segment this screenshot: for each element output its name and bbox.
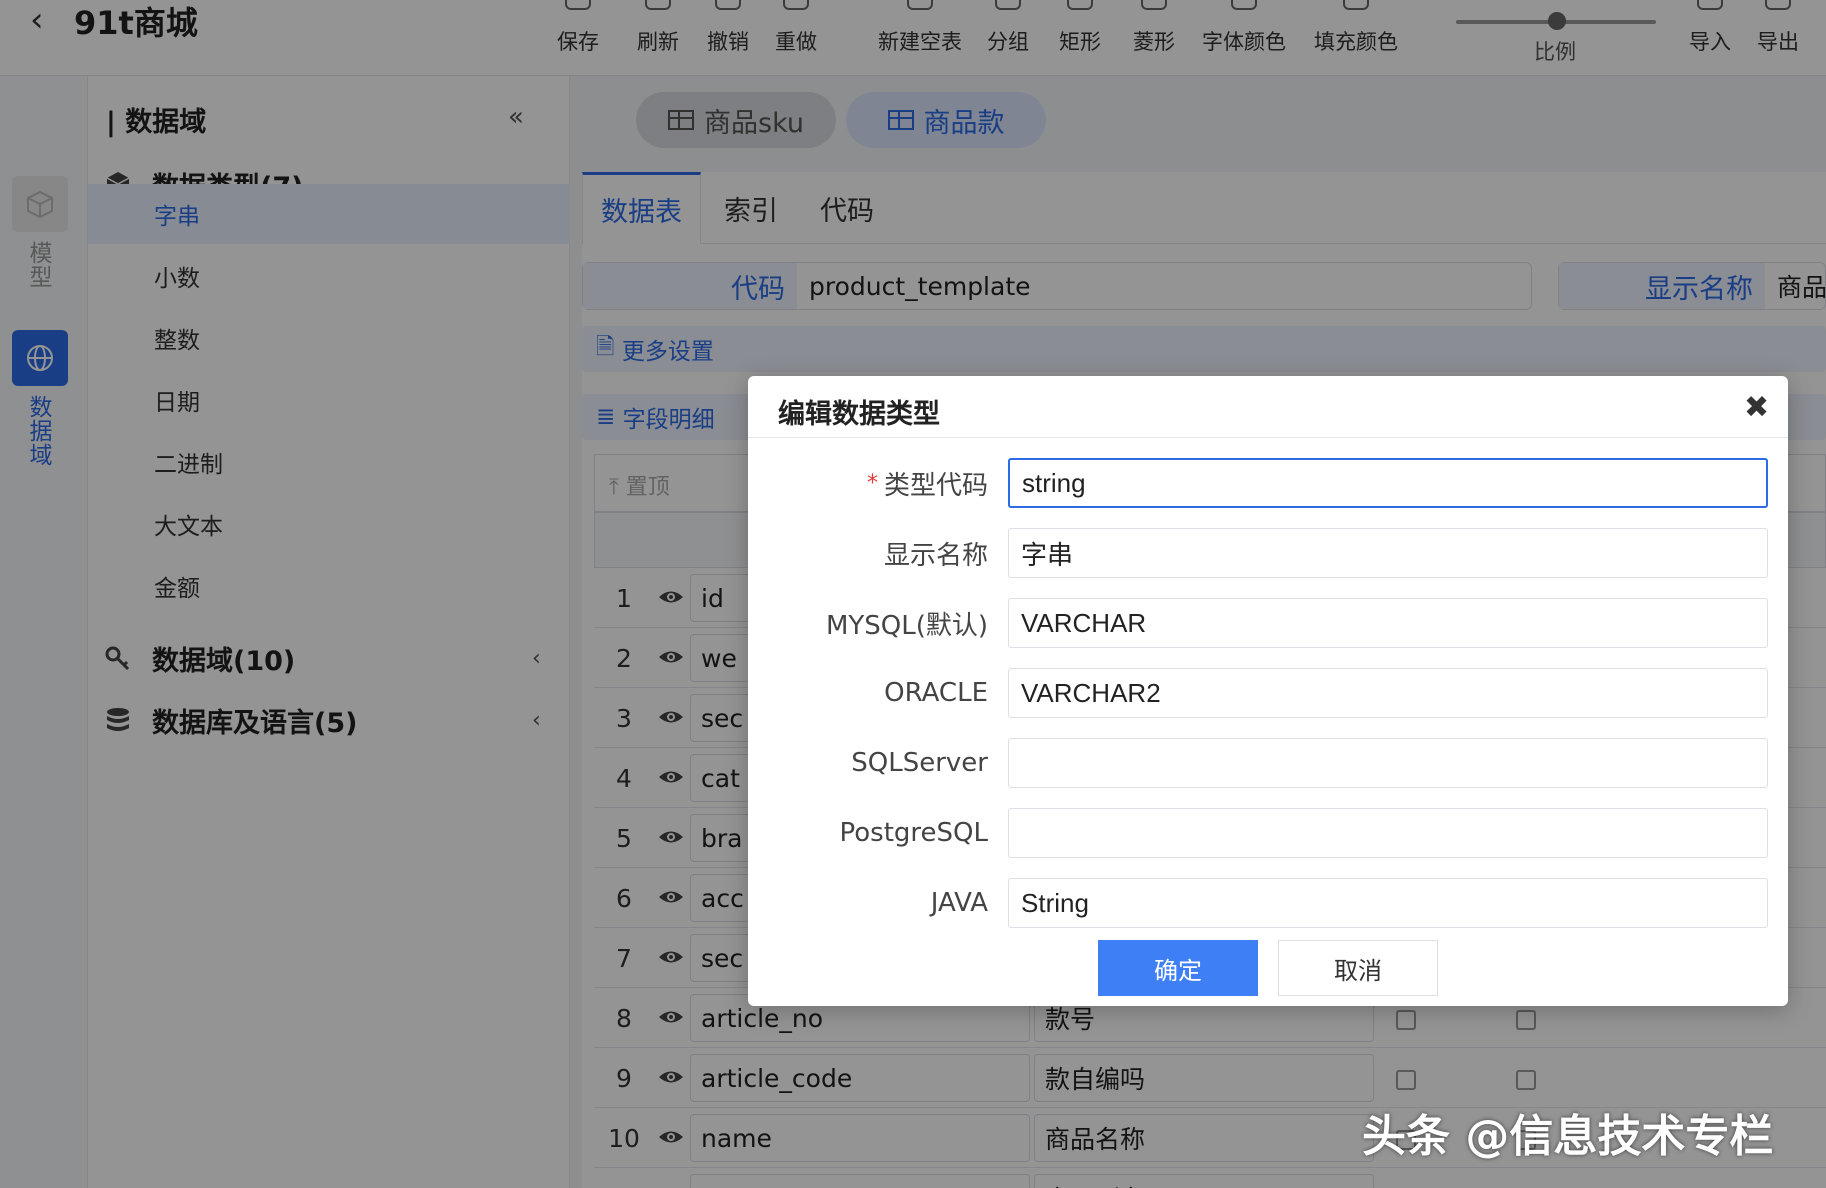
java-type-input[interactable]	[1008, 878, 1768, 928]
mysql-type-input[interactable]	[1008, 598, 1768, 648]
form-row-mysql: MYSQL(默认)	[748, 598, 1788, 648]
oracle-type-input[interactable]	[1008, 668, 1768, 718]
edit-datatype-dialog: 编辑数据类型 ✖ *类型代码 显示名称 MYSQL(默认) ORACLE SQL…	[748, 376, 1788, 1006]
cancel-button[interactable]: 取消	[1278, 940, 1438, 996]
form-row-java: JAVA	[748, 878, 1788, 928]
form-row-display-name: 显示名称	[748, 528, 1788, 578]
watermark: 头条 @信息技术专栏	[1362, 1111, 1774, 1162]
dialog-header: 编辑数据类型 ✖	[748, 376, 1788, 438]
postgresql-type-input[interactable]	[1008, 808, 1768, 858]
form-row-oracle: ORACLE	[748, 668, 1788, 718]
form-row-sqlserver: SQLServer	[748, 738, 1788, 788]
app-window: ‹ 91t商城 保存 刷新 撤销 重做 新建空表 分组 矩形 菱形 字体颜色 填…	[0, 0, 1826, 1188]
close-icon[interactable]: ✖	[1744, 390, 1769, 425]
display-name-input[interactable]	[1008, 528, 1768, 578]
form-row-postgresql: PostgreSQL	[748, 808, 1788, 858]
confirm-button[interactable]: 确定	[1098, 940, 1258, 996]
dialog-title: 编辑数据类型	[778, 399, 940, 430]
type-code-input[interactable]	[1008, 458, 1768, 508]
form-row-type-code: * 类型代码	[748, 458, 1788, 508]
required-marker: *	[866, 470, 878, 496]
sqlserver-type-input[interactable]	[1008, 738, 1768, 788]
